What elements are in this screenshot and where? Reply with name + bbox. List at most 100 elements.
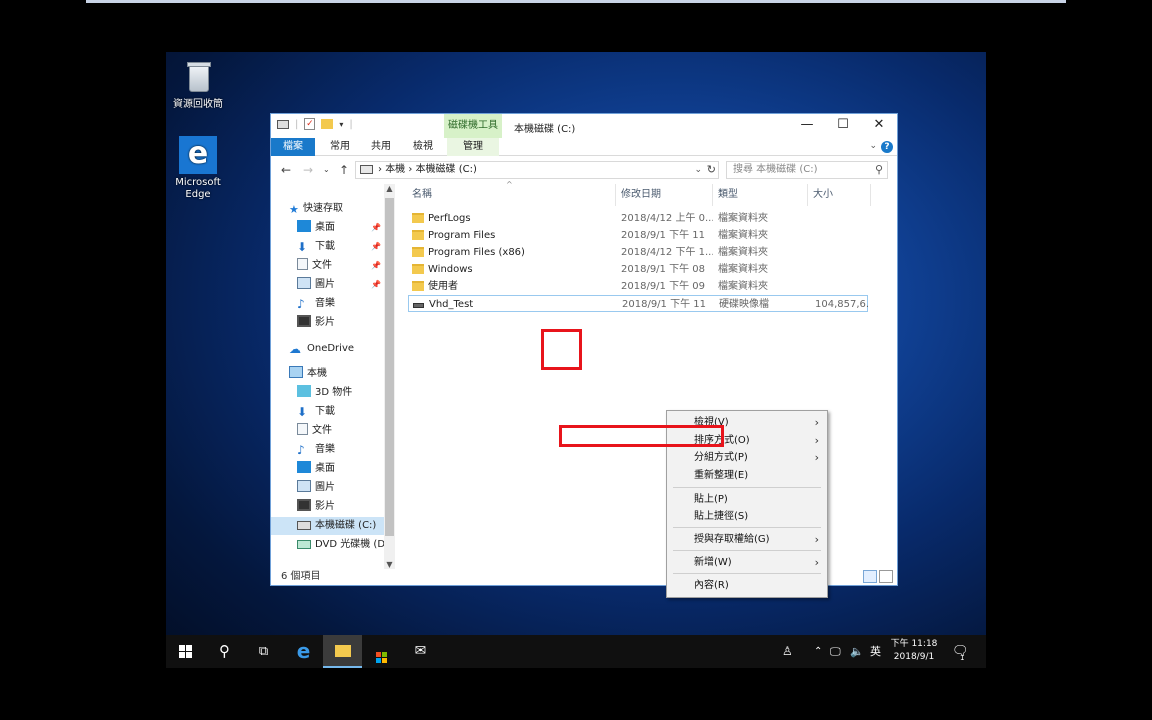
tab-home[interactable]: 常用 xyxy=(321,138,359,156)
menu-item-give-access[interactable]: 授與存取權給(G) › xyxy=(667,531,827,549)
nav-quick-music[interactable]: ♪ 音樂 xyxy=(297,295,396,313)
details-view-icon[interactable] xyxy=(863,570,877,583)
nav-quick-pictures[interactable]: 圖片 📌 xyxy=(297,276,381,294)
up-arrow-icon[interactable]: ↑ xyxy=(339,163,349,177)
file-row[interactable]: Program Files (x86) 2018/4/12 下午 1... 檔案資料… xyxy=(408,244,868,261)
search-icon[interactable]: ⚲ xyxy=(205,635,244,668)
tab-share[interactable]: 共用 xyxy=(363,138,399,156)
column-header-date[interactable]: 修改日期 xyxy=(617,184,713,206)
computer-icon xyxy=(289,366,303,378)
desktop-icon-edge[interactable]: e Microsoft Edge xyxy=(166,136,230,201)
file-row[interactable]: Windows 2018/9/1 下午 08 檔案資料夾 xyxy=(408,261,868,278)
help-icon[interactable]: ? xyxy=(881,141,893,153)
minimize-button[interactable]: — xyxy=(789,114,825,138)
nav-pc-dvd-drive[interactable]: DVD 光碟機 (D:) xyxy=(297,536,384,554)
qat-dropdown-icon[interactable]: ▾ xyxy=(339,120,343,129)
address-bar[interactable]: › 本機 › 本機磁碟 (C:) ⌄ ↻ xyxy=(355,161,719,179)
properties-check-icon[interactable]: ✓ xyxy=(304,118,316,130)
back-arrow-icon[interactable]: ← xyxy=(281,163,291,177)
column-header-type[interactable]: 類型 xyxy=(714,184,808,206)
menu-item-refresh[interactable]: 重新整理(E) xyxy=(667,467,827,485)
nav-onedrive[interactable]: ☁ OneDrive xyxy=(289,340,396,358)
nav-quick-desktop[interactable]: 桌面 📌 xyxy=(297,219,381,237)
nav-pc-desktop[interactable]: 桌面 xyxy=(297,460,396,478)
folder-icon xyxy=(412,281,424,291)
search-box[interactable]: 搜尋 本機磁碟 (C:) ⚲ xyxy=(726,161,888,179)
nav-pane-scrollbar[interactable]: ▲ ▼ xyxy=(384,184,395,569)
edge-icon: e xyxy=(179,136,217,174)
pin-icon: 📌 xyxy=(371,280,381,289)
menu-item-paste[interactable]: 貼上(P) xyxy=(667,491,827,509)
breadcrumb-this-pc[interactable]: 本機 xyxy=(385,164,405,175)
submenu-arrow-icon: › xyxy=(814,434,819,447)
nav-pc-3d-objects[interactable]: 3D 物件 xyxy=(297,384,396,402)
desktop-icon-recycle-bin[interactable]: 資源回收筒 xyxy=(166,60,230,111)
menu-item-paste-shortcut[interactable]: 貼上捷徑(S) xyxy=(667,508,827,526)
file-explorer-taskbar-icon[interactable] xyxy=(323,635,362,668)
close-button[interactable]: ✕ xyxy=(861,114,897,138)
maximize-button[interactable]: ☐ xyxy=(825,114,861,138)
scrollbar-thumb[interactable] xyxy=(385,198,394,536)
menu-item-properties[interactable]: 內容(R) xyxy=(667,577,827,595)
address-dropdown-icon[interactable]: ⌄ xyxy=(694,162,702,178)
forward-arrow-icon[interactable]: → xyxy=(303,163,313,177)
task-view-icon[interactable]: ⧉ xyxy=(244,635,283,668)
people-icon[interactable]: ♙ xyxy=(782,635,793,668)
nav-quick-videos[interactable]: 影片 xyxy=(297,314,396,332)
tab-view[interactable]: 檢視 xyxy=(405,138,441,156)
item-count: 6 個項目 xyxy=(281,571,321,582)
nav-pc-videos[interactable]: 影片 xyxy=(297,498,396,516)
nav-this-pc[interactable]: 本機 xyxy=(289,365,396,383)
nav-pc-local-disk-c[interactable]: 本機磁碟 (C:) xyxy=(271,517,384,535)
ribbon-expand-chevron-icon[interactable]: ⌄ xyxy=(869,141,877,151)
pin-icon: 📌 xyxy=(371,223,381,232)
nav-pc-downloads[interactable]: ⬇ 下載 xyxy=(297,403,396,421)
nav-pc-music[interactable]: ♪ 音樂 xyxy=(297,441,396,459)
show-hidden-icons-chevron-icon[interactable]: ⌃ xyxy=(814,635,822,668)
search-placeholder: 搜尋 本機磁碟 (C:) xyxy=(733,164,818,175)
start-button[interactable] xyxy=(166,635,205,668)
nav-quick-downloads[interactable]: ⬇ 下載 📌 xyxy=(297,238,381,256)
column-header-name[interactable]: 名稱 xyxy=(408,184,616,206)
file-row[interactable]: PerfLogs 2018/4/12 上午 0... 檔案資料夾 xyxy=(408,210,868,227)
file-row-selected[interactable]: Vhd_Test2018/9/1 下午 11硬碟映像檔104,857,6... xyxy=(408,295,869,312)
tab-file[interactable]: 檔案 xyxy=(271,138,315,156)
download-arrow-icon: ⬇ xyxy=(297,405,308,419)
clock[interactable]: 下午 11:18 2018/9/1 xyxy=(888,638,940,664)
scroll-down-icon[interactable]: ▼ xyxy=(384,560,395,569)
nav-pc-pictures[interactable]: 圖片 xyxy=(297,479,396,497)
drive-tools-tab[interactable]: 磁碟機工具 xyxy=(444,114,502,138)
mail-icon[interactable]: ✉ xyxy=(401,635,440,668)
nav-pc-documents[interactable]: 文件 xyxy=(297,422,396,440)
store-bag-icon[interactable] xyxy=(362,635,401,668)
network-icon[interactable]: 🖵 xyxy=(830,635,841,668)
file-row[interactable]: Program Files 2018/9/1 下午 11 檔案資料夾 xyxy=(408,227,868,244)
highlight-box-paste xyxy=(559,425,724,447)
submenu-arrow-icon: › xyxy=(814,556,819,569)
menu-separator xyxy=(673,550,821,551)
scroll-up-icon[interactable]: ▲ xyxy=(384,184,395,193)
column-header-size[interactable]: 大小 xyxy=(809,184,871,206)
recycle-bin-label: 資源回收筒 xyxy=(173,99,223,110)
breadcrumb-drive-c[interactable]: 本機磁碟 (C:) xyxy=(416,164,477,175)
menu-item-new[interactable]: 新增(W) › xyxy=(667,554,827,572)
refresh-icon[interactable]: ↻ xyxy=(707,162,716,178)
desktop[interactable]: 資源回收筒 e Microsoft Edge | ✓ ▾ | 磁碟機工具 本機磁… xyxy=(166,52,986,668)
large-icons-view-icon[interactable] xyxy=(879,570,893,583)
recent-locations-chevron-icon[interactable]: ⌄ xyxy=(323,165,330,174)
new-folder-icon[interactable] xyxy=(321,119,334,129)
file-explorer-window[interactable]: | ✓ ▾ | 磁碟機工具 本機磁碟 (C:) — ☐ ✕ 檔案 常用 共用 檢… xyxy=(270,113,898,598)
highlight-box-click-location xyxy=(541,329,582,370)
action-center-icon[interactable]: 🗨 1 xyxy=(952,635,969,668)
ime-indicator[interactable]: 英 xyxy=(870,635,881,668)
title-bar[interactable]: | ✓ ▾ | 磁碟機工具 本機磁碟 (C:) — ☐ ✕ xyxy=(271,114,897,138)
volume-icon[interactable]: 🔈 xyxy=(850,635,864,668)
nav-quick-documents[interactable]: 文件 📌 xyxy=(297,257,381,275)
tab-manage[interactable]: 管理 xyxy=(447,138,499,156)
navigation-pane[interactable]: ★ 快速存取 桌面 📌 ⬇ 下載 📌 文件 📌 圖片 📌 ♪ 音樂 影片 ☁ OneDrive xyxy=(271,184,396,569)
menu-item-group-by[interactable]: 分組方式(P) › xyxy=(667,449,827,467)
nav-quick-access[interactable]: ★ 快速存取 xyxy=(289,200,396,218)
folder-icon xyxy=(412,213,424,223)
file-row[interactable]: 使用者 2018/9/1 下午 09 檔案資料夾 xyxy=(408,278,868,295)
edge-taskbar-icon[interactable]: e xyxy=(284,635,323,668)
